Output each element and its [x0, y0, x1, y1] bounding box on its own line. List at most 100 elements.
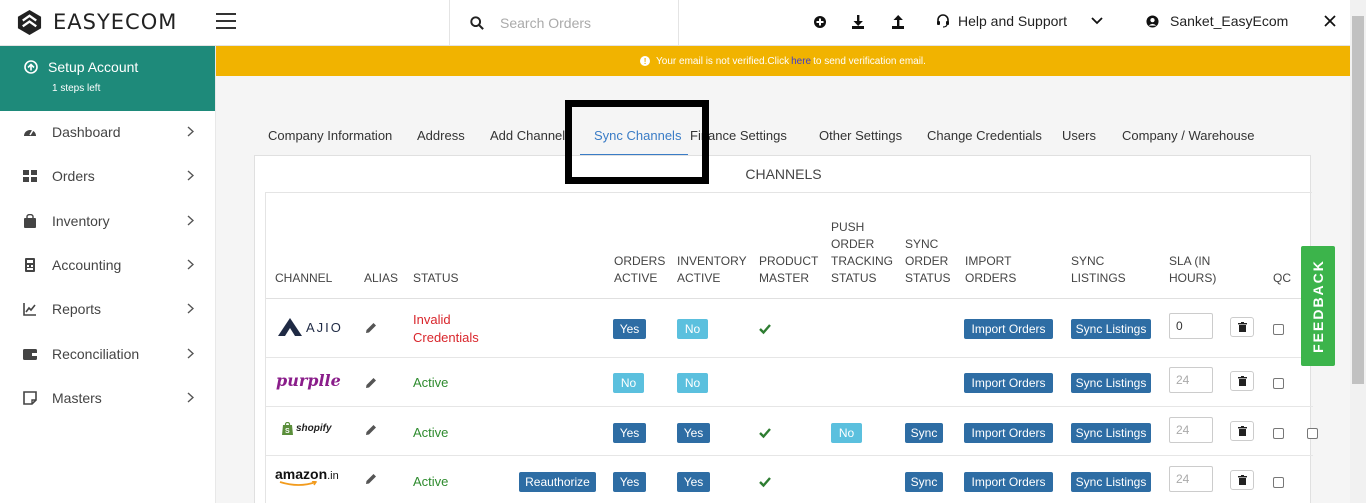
sidebar-item-orders[interactable]: Orders	[0, 161, 216, 191]
extra-checkbox[interactable]	[1307, 428, 1318, 439]
sidebar-item-accounting[interactable]: Accounting	[0, 250, 216, 280]
user-name: Sanket_EasyEcom	[1170, 13, 1289, 29]
row-divider	[266, 357, 1313, 358]
orders-active-toggle[interactable]: No	[613, 373, 644, 393]
sync-order-button[interactable]: Sync	[905, 423, 943, 443]
orders-active-toggle[interactable]: Yes	[613, 472, 646, 492]
row-divider	[266, 455, 1313, 456]
search-input[interactable]	[500, 15, 660, 31]
add-circle-icon[interactable]	[812, 14, 828, 30]
delete-button[interactable]	[1230, 371, 1254, 391]
inventory-active-toggle[interactable]: Yes	[677, 423, 710, 443]
sidebar-item-label: Inventory	[52, 213, 110, 229]
tab-change-credentials[interactable]: Change Credentials	[927, 128, 1042, 143]
delete-button[interactable]	[1230, 470, 1254, 490]
user-menu[interactable]: Sanket_EasyEcom	[1146, 13, 1288, 29]
tab-address[interactable]: Address	[417, 128, 465, 143]
header-line: ORDERS	[614, 254, 666, 268]
sync-listings-button[interactable]: Sync Listings	[1071, 319, 1151, 339]
setup-account-title: Setup Account	[48, 59, 139, 75]
qc-checkbox[interactable]	[1273, 477, 1284, 488]
header-push-order-tracking: PUSH ORDER TRACKING STATUS	[831, 219, 893, 287]
sidebar-item-reports[interactable]: Reports	[0, 294, 216, 324]
inventory-active-toggle[interactable]: No	[677, 319, 708, 339]
qc-checkbox[interactable]	[1273, 378, 1284, 389]
channels-table: CHANNEL ALIAS STATUS ORDERS ACTIVE INVENT…	[265, 192, 1318, 503]
inventory-active-toggle[interactable]: Yes	[677, 472, 710, 492]
sla-input[interactable]	[1169, 313, 1213, 339]
header-line: HOURS)	[1169, 271, 1217, 285]
import-orders-button[interactable]: Import Orders	[964, 319, 1053, 339]
reauthorize-button[interactable]: Reauthorize	[519, 472, 596, 492]
amazon-smile-icon	[279, 481, 318, 486]
tab-add-channels[interactable]: Add Channels	[490, 128, 572, 143]
download-icon[interactable]	[850, 14, 866, 30]
ajio-logo-icon	[278, 318, 302, 336]
sla-input[interactable]	[1169, 466, 1213, 492]
search-icon	[470, 16, 484, 30]
orders-active-toggle[interactable]: Yes	[613, 423, 646, 443]
vertical-scrollbar[interactable]	[1350, 0, 1366, 503]
verification-link[interactable]: here	[791, 56, 811, 67]
headset-icon	[937, 14, 949, 28]
pencil-icon[interactable]	[365, 473, 377, 485]
sidebar-item-masters[interactable]: Masters	[0, 383, 216, 413]
menu-toggle-button[interactable]	[216, 13, 236, 29]
banner-text: Your email is not verified.Click	[656, 55, 790, 67]
pencil-icon[interactable]	[365, 322, 377, 334]
tab-company-warehouse[interactable]: Company / Warehouse	[1122, 128, 1254, 143]
delete-button[interactable]	[1230, 421, 1254, 441]
orders-active-toggle[interactable]: Yes	[613, 319, 646, 339]
scrollbar-thumb[interactable]	[1352, 16, 1364, 384]
sla-input[interactable]	[1169, 367, 1213, 393]
sync-order-button[interactable]: Sync	[905, 472, 943, 492]
tab-company-information[interactable]: Company Information	[268, 128, 392, 143]
header-line: ACTIVE	[614, 271, 658, 285]
setup-account-button[interactable]: Setup Account 1 steps left	[0, 46, 215, 111]
qc-checkbox[interactable]	[1273, 324, 1284, 335]
sidebar-item-reconciliation[interactable]: Reconciliation	[0, 339, 216, 369]
hamburger-icon	[216, 13, 236, 15]
tab-other-settings[interactable]: Other Settings	[819, 128, 902, 143]
sidebar-item-dashboard[interactable]: Dashboard	[0, 117, 216, 147]
sidebar-item-label: Accounting	[52, 257, 122, 273]
check-icon	[759, 477, 771, 488]
search-bar	[449, 0, 679, 46]
upload-icon[interactable]	[890, 14, 906, 30]
channel-logo-purplle: purplle	[276, 371, 341, 390]
logo[interactable]: EASYECOM	[16, 7, 177, 37]
delete-button[interactable]	[1230, 317, 1254, 337]
shopify-bag-icon: S	[282, 422, 293, 435]
inventory-active-toggle[interactable]: No	[677, 373, 708, 393]
tab-sync-channels[interactable]: Sync Channels	[594, 128, 681, 143]
sync-listings-button[interactable]: Sync Listings	[1071, 423, 1151, 443]
import-orders-button[interactable]: Import Orders	[964, 472, 1053, 492]
sidebar-item-inventory[interactable]: Inventory	[0, 206, 216, 236]
chevron-right-icon	[187, 348, 194, 359]
qc-checkbox[interactable]	[1273, 428, 1284, 439]
sla-input[interactable]	[1169, 417, 1213, 443]
header-line: MASTER	[759, 271, 810, 285]
banner-text-after: to send verification email.	[813, 55, 926, 67]
pencil-icon[interactable]	[365, 424, 377, 436]
trash-icon	[1237, 322, 1247, 332]
header-line: INVENTORY	[677, 254, 747, 268]
import-orders-button[interactable]: Import Orders	[964, 373, 1053, 393]
pencil-icon[interactable]	[365, 377, 377, 389]
tab-users[interactable]: Users	[1062, 128, 1096, 143]
header-sync-listings: SYNC LISTINGS	[1071, 253, 1126, 287]
trash-icon	[1237, 426, 1247, 436]
accounting-icon	[25, 258, 35, 272]
feedback-tab[interactable]: FEEDBACK	[1301, 246, 1335, 366]
push-order-toggle[interactable]: No	[831, 423, 862, 443]
header-line: SYNC	[905, 237, 939, 251]
sync-listings-button[interactable]: Sync Listings	[1071, 472, 1151, 492]
user-icon	[1146, 14, 1159, 28]
trash-icon	[1237, 376, 1247, 386]
header-line: SYNC	[1071, 254, 1105, 268]
import-orders-button[interactable]: Import Orders	[964, 423, 1053, 443]
sync-listings-button[interactable]: Sync Listings	[1071, 373, 1151, 393]
close-icon[interactable]	[1322, 13, 1338, 29]
help-support-menu[interactable]: Help and Support	[936, 13, 1111, 29]
tab-finance-settings[interactable]: Finance Settings	[690, 128, 787, 143]
